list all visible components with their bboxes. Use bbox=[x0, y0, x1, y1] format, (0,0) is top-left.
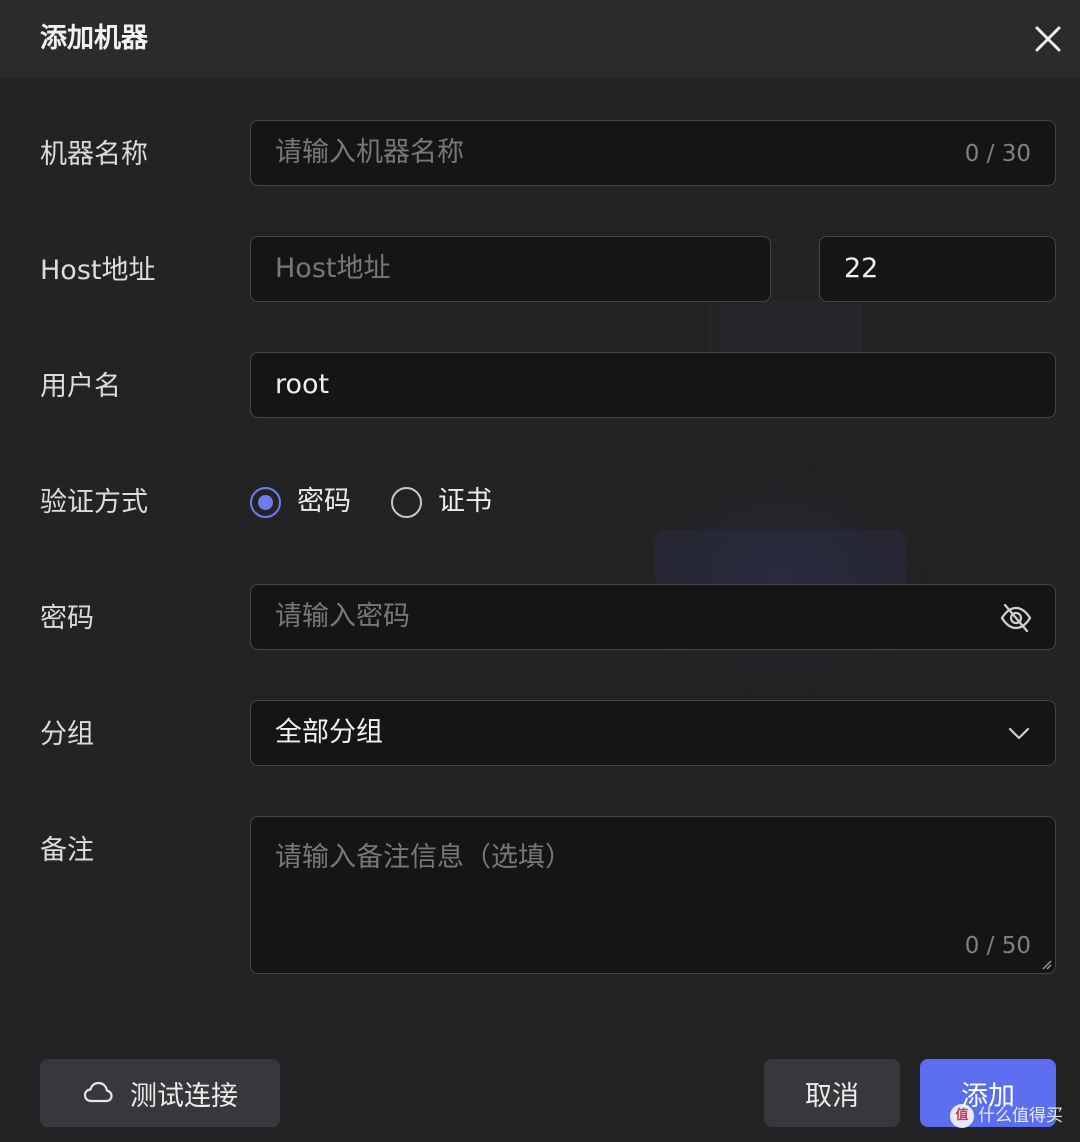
auth-radio-password-label: 密码 bbox=[297, 486, 351, 517]
group-select[interactable]: 全部分组 bbox=[250, 700, 1056, 766]
zhi-icon: 值 bbox=[950, 1104, 974, 1128]
auth-radio-certificate-label: 证书 bbox=[438, 486, 492, 517]
password-label: 密码 bbox=[40, 603, 94, 634]
password-field bbox=[250, 584, 1056, 650]
username-field: root bbox=[250, 352, 1056, 418]
auth-radio-password[interactable]: 密码 bbox=[250, 485, 351, 519]
chevron-down-icon bbox=[1008, 727, 1030, 740]
radio-unchecked-icon bbox=[391, 486, 422, 518]
port-field: 22 bbox=[819, 236, 1056, 302]
resize-handle-icon[interactable] bbox=[1040, 958, 1052, 970]
host-field bbox=[250, 236, 771, 302]
machine-name-label: 机器名称 bbox=[40, 139, 148, 170]
machine-name-counter: 0 / 30 bbox=[964, 141, 1031, 167]
dialog-title: 添加机器 bbox=[40, 23, 148, 54]
group-selected-value: 全部分组 bbox=[275, 717, 383, 748]
dialog-header: 添加机器 bbox=[0, 0, 1080, 78]
host-input[interactable] bbox=[275, 237, 664, 300]
note-label: 备注 bbox=[40, 835, 94, 866]
note-textarea[interactable] bbox=[251, 817, 1055, 973]
test-connection-button[interactable]: 测试连接 bbox=[40, 1059, 280, 1127]
watermark: 值 什么值得买 bbox=[950, 1104, 1063, 1128]
test-connection-label: 测试连接 bbox=[130, 1080, 238, 1112]
cancel-button[interactable]: 取消 bbox=[764, 1059, 900, 1127]
host-label: Host地址 bbox=[40, 255, 156, 286]
radio-checked-icon bbox=[250, 486, 281, 518]
machine-name-field: 0 / 30 bbox=[250, 120, 1056, 186]
machine-name-input[interactable] bbox=[275, 121, 949, 184]
cloud-icon bbox=[83, 1081, 113, 1103]
close-icon[interactable] bbox=[1030, 21, 1066, 57]
add-machine-dialog: 添加机器 机器名称 0 / 30 Host地址 22 用户名 root 验证 bbox=[0, 0, 1080, 1142]
eye-off-icon[interactable] bbox=[999, 601, 1033, 635]
password-input[interactable] bbox=[275, 585, 949, 648]
auth-method-radio-group: 密码 证书 bbox=[250, 484, 532, 520]
auth-radio-certificate[interactable]: 证书 bbox=[391, 485, 492, 519]
port-input[interactable]: 22 bbox=[844, 237, 949, 300]
watermark-text: 什么值得买 bbox=[978, 1106, 1063, 1126]
username-label: 用户名 bbox=[40, 371, 121, 402]
note-counter: 0 / 50 bbox=[964, 933, 1031, 959]
auth-method-label: 验证方式 bbox=[40, 487, 148, 518]
group-label: 分组 bbox=[40, 719, 94, 750]
username-input[interactable]: root bbox=[275, 353, 949, 416]
note-field: 0 / 50 bbox=[250, 816, 1056, 974]
